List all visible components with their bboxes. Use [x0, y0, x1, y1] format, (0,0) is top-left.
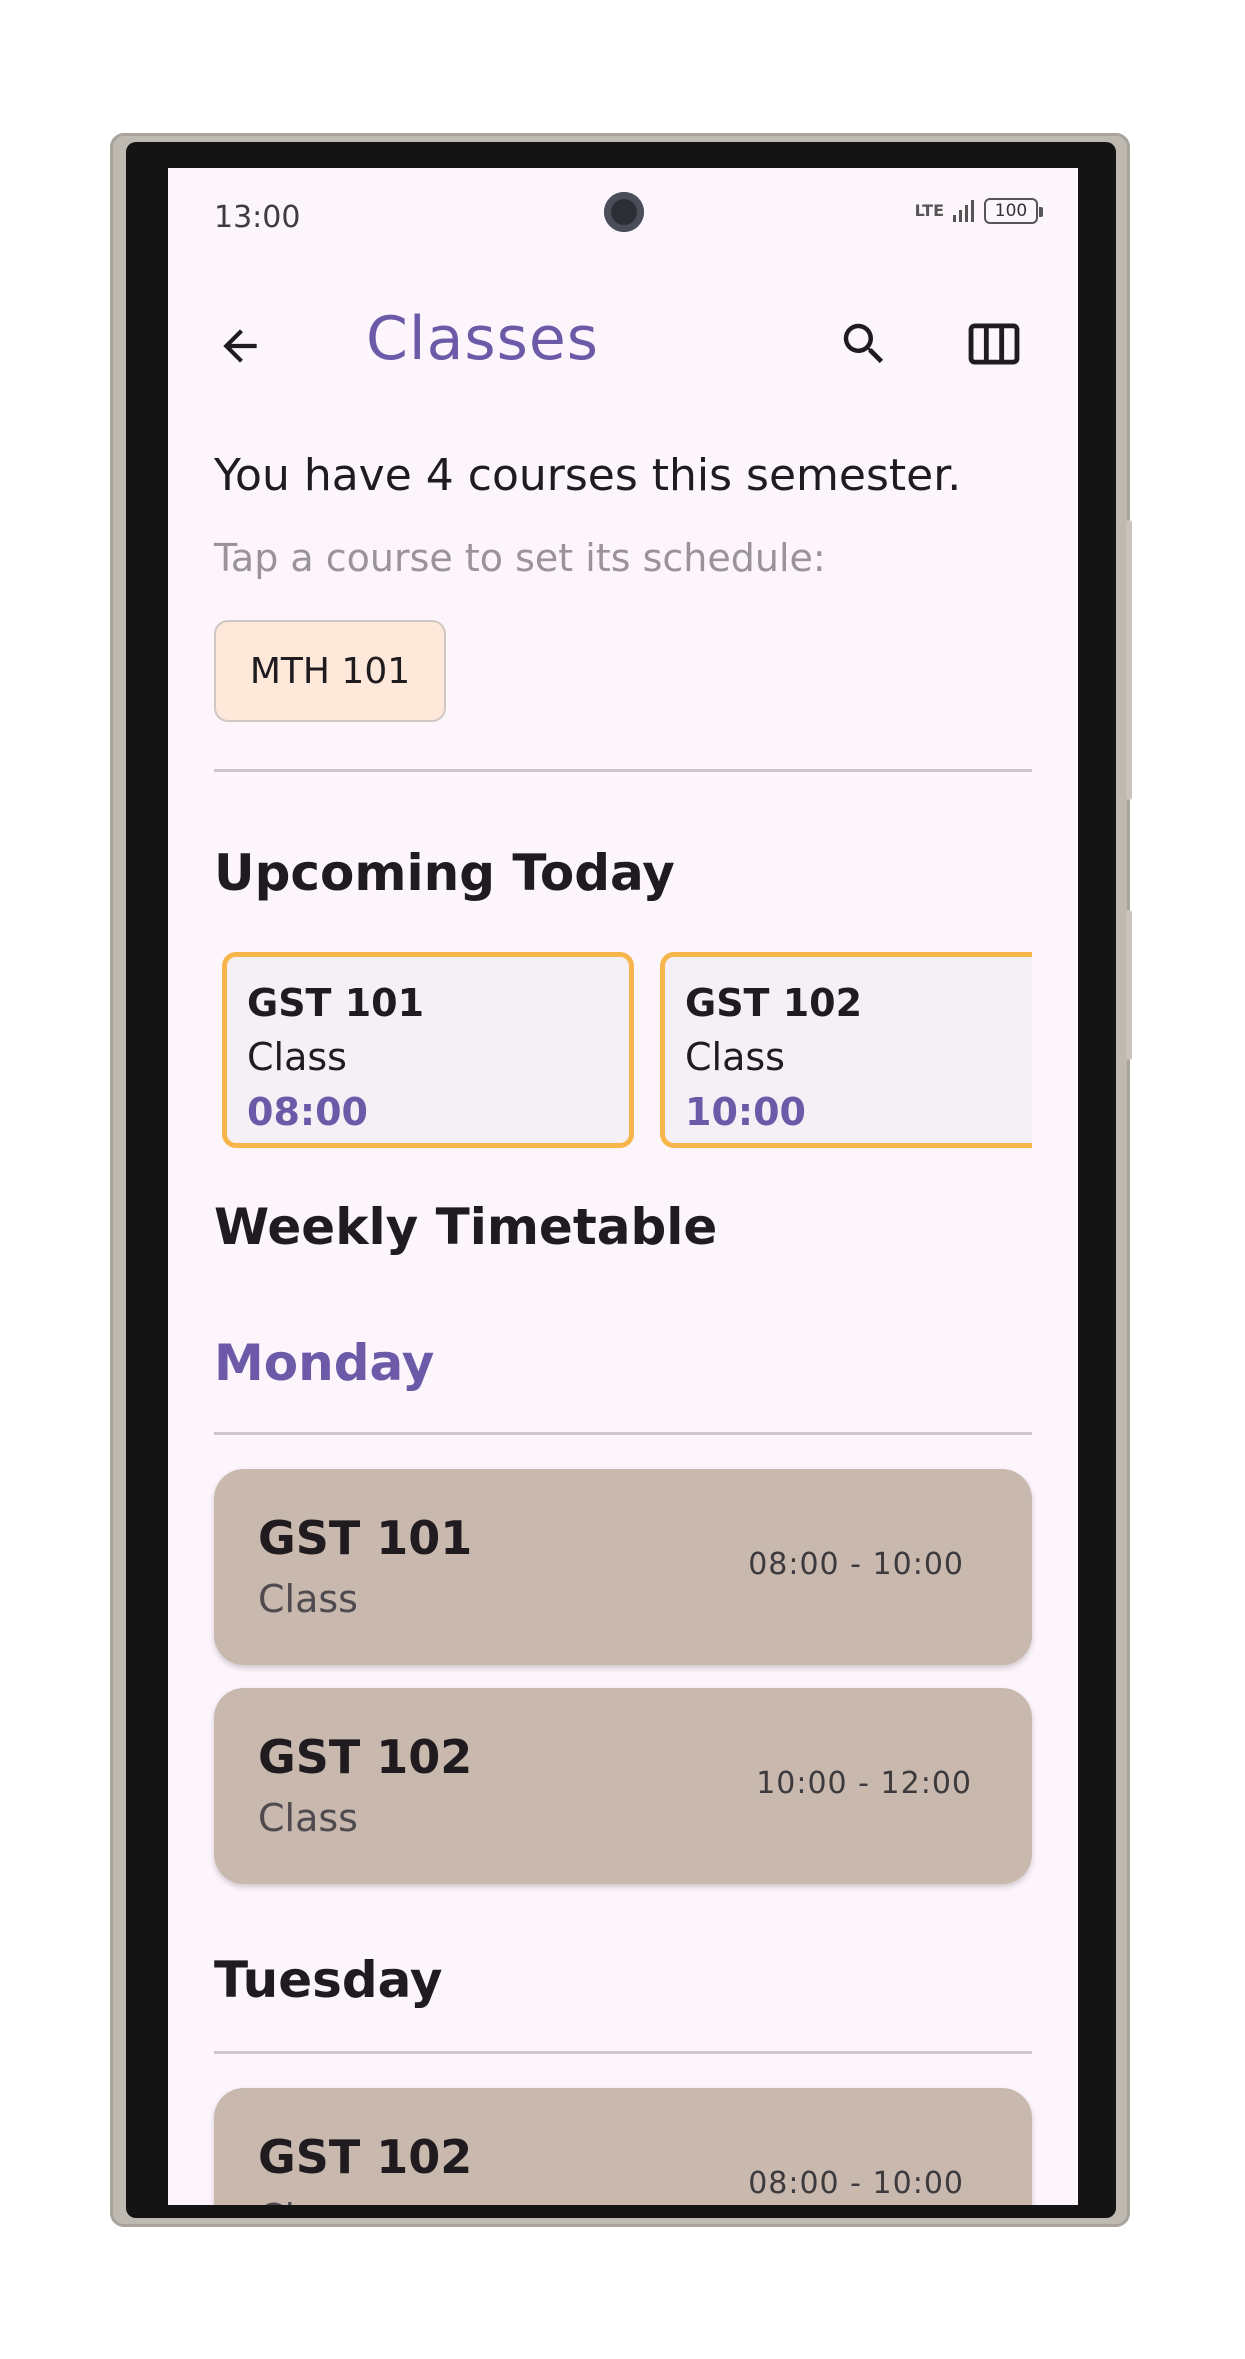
weekly-title: Weekly Timetable	[214, 1198, 718, 1256]
class-time: 08:00 - 10:00	[748, 2166, 964, 2201]
upcoming-card[interactable]: GST 101 Class 08:00	[222, 952, 634, 1148]
search-icon	[843, 323, 884, 364]
upcoming-list[interactable]: GST 101 Class 08:00 GST 102 Class 10:00	[214, 950, 1032, 1154]
phone-screen: 13:00 LTE 100 Classes You have 4 courses…	[168, 168, 1078, 2205]
search-button[interactable]	[834, 314, 894, 374]
battery-icon: 100	[984, 198, 1043, 224]
back-button[interactable]	[210, 316, 270, 376]
day-title-monday: Monday	[214, 1334, 435, 1392]
class-type: Class	[258, 1577, 358, 1621]
front-camera	[604, 192, 644, 232]
power-button	[1126, 910, 1132, 1060]
timetable-card[interactable]: GST 102 Class 08:00 - 10:00	[214, 2088, 1032, 2205]
class-type: Class	[258, 2196, 358, 2205]
upcoming-course-type: Class	[685, 1035, 785, 1079]
schedule-hint: Tap a course to set its schedule:	[214, 536, 826, 580]
upcoming-course-code: GST 101	[247, 981, 425, 1025]
status-indicators: LTE 100	[914, 198, 1043, 224]
upcoming-card[interactable]: GST 102 Class 10:00	[660, 952, 1032, 1148]
page-title: Classes	[366, 304, 600, 374]
back-arrow-icon	[223, 329, 257, 363]
day-divider	[214, 1432, 1032, 1435]
upcoming-course-time: 10:00	[685, 1090, 806, 1134]
class-time: 10:00 - 12:00	[756, 1766, 972, 1801]
course-chip[interactable]: MTH 101	[214, 620, 446, 722]
network-type: LTE	[914, 201, 944, 220]
section-divider	[214, 769, 1032, 772]
status-time: 13:00	[214, 200, 301, 235]
view-columns-icon	[968, 323, 1020, 365]
class-time: 08:00 - 10:00	[748, 1547, 964, 1582]
upcoming-course-code: GST 102	[685, 981, 863, 1025]
timetable-card[interactable]: GST 101 Class 08:00 - 10:00	[214, 1469, 1032, 1665]
day-divider	[214, 2051, 1032, 2054]
course-count-text: You have 4 courses this semester.	[214, 450, 962, 501]
day-title-tuesday: Tuesday	[214, 1951, 443, 2009]
view-toggle-button[interactable]	[964, 314, 1024, 374]
upcoming-title: Upcoming Today	[214, 844, 675, 902]
timetable-card[interactable]: GST 102 Class 10:00 - 12:00	[214, 1688, 1032, 1884]
battery-level: 100	[994, 201, 1028, 221]
upcoming-course-time: 08:00	[247, 1090, 368, 1134]
class-type: Class	[258, 1796, 358, 1840]
class-code: GST 102	[258, 2130, 473, 2184]
upcoming-course-type: Class	[247, 1035, 347, 1079]
class-code: GST 102	[258, 1730, 473, 1784]
volume-button	[1126, 520, 1132, 800]
class-code: GST 101	[258, 1511, 473, 1565]
signal-icon	[953, 200, 974, 222]
